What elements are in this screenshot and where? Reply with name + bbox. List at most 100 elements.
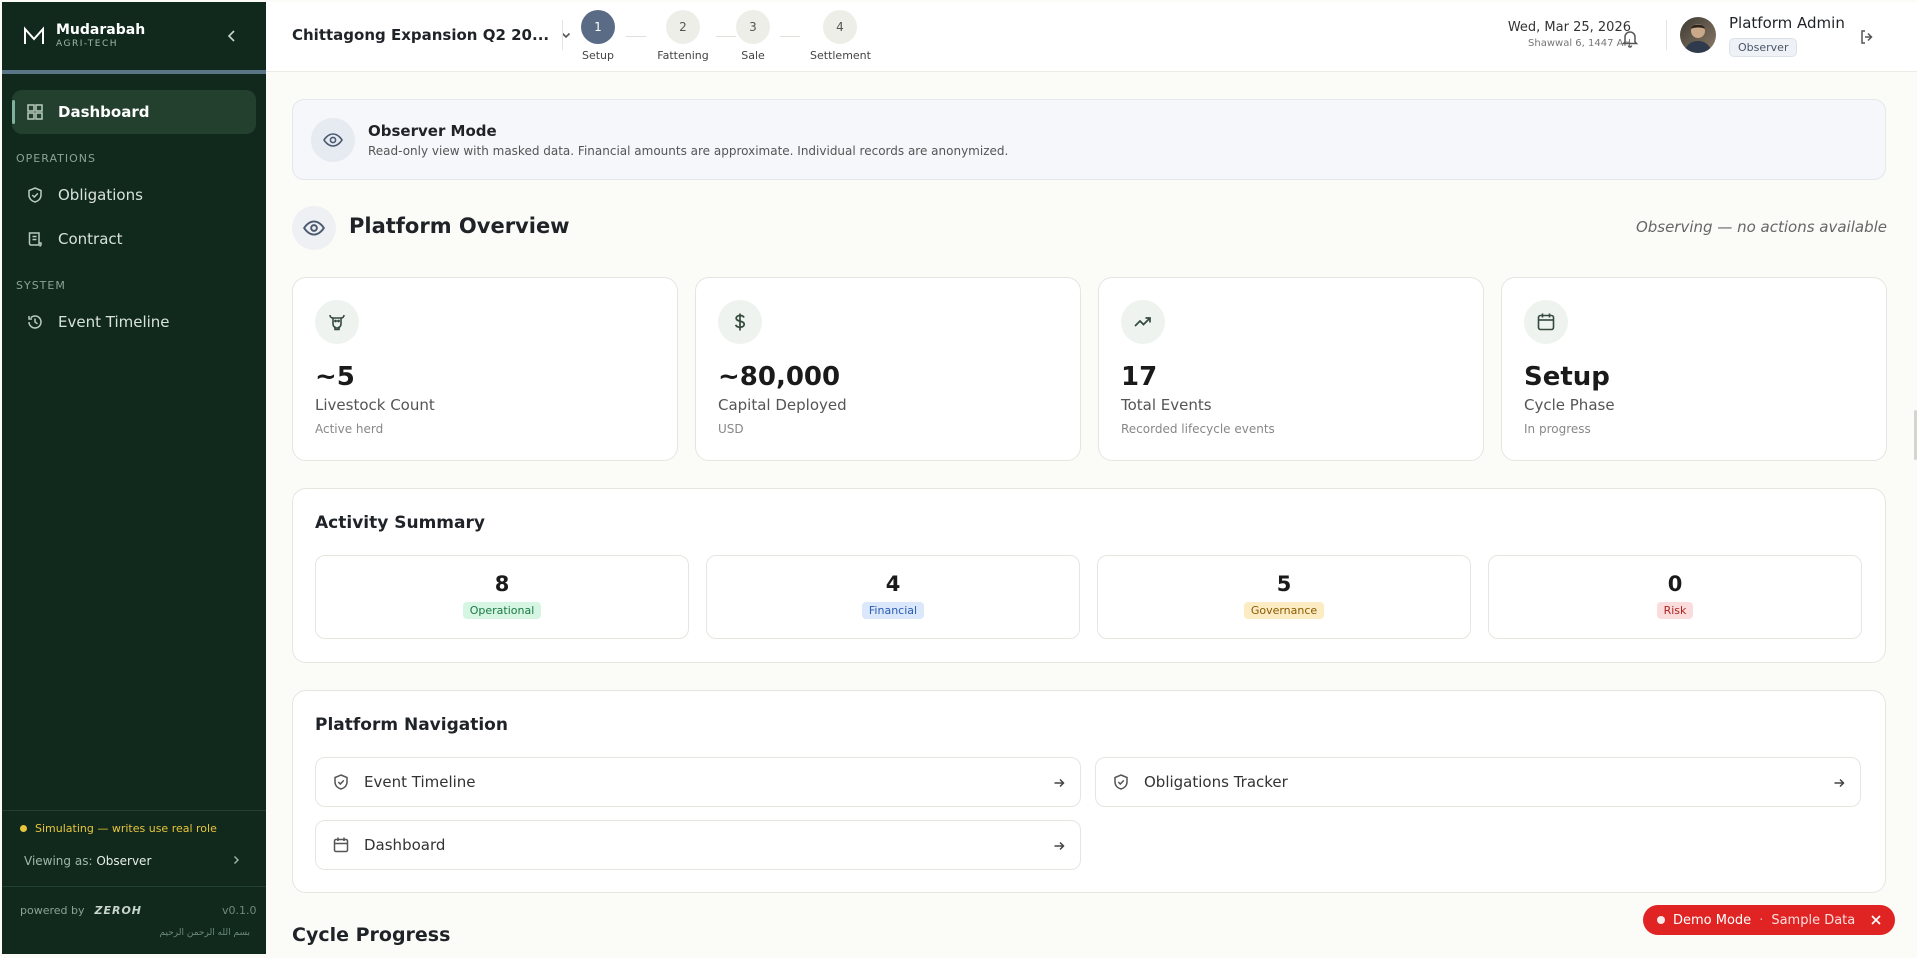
bismillah-text: بسم الله الرحمن الرحيم [159, 928, 250, 938]
nav-link-label: Obligations Tracker [1144, 773, 1288, 791]
activity-summary-panel: Activity Summary 8 Operational 4 Financi… [292, 488, 1886, 663]
chevron-right-icon[interactable] [230, 854, 242, 866]
banner-text: Read-only view with masked data. Financi… [368, 144, 1009, 158]
grid-icon [27, 104, 43, 120]
sample-data-label: Sample Data [1771, 912, 1856, 928]
history-icon [28, 315, 42, 329]
stat-label: Cycle Phase [1524, 396, 1615, 414]
bell-icon[interactable] [1620, 28, 1640, 48]
step-number: 3 [736, 10, 770, 44]
step-settlement[interactable]: 4 Settlement [810, 10, 871, 62]
sidebar-item-obligations[interactable]: Obligations [12, 173, 256, 217]
calendar-icon [333, 837, 349, 853]
stat-card-events: 17 Total Events Recorded lifecycle event… [1098, 277, 1484, 461]
topbar-divider [1666, 20, 1667, 50]
step-label: Settlement [810, 49, 871, 62]
topbar-divider [562, 20, 563, 50]
step-sale[interactable]: 3 Sale [723, 10, 783, 62]
stat-card-capital: ~80,000 Capital Deployed USD [695, 277, 1081, 461]
sidebar-item-dashboard[interactable]: Dashboard [12, 90, 256, 134]
cow-icon [315, 300, 359, 344]
stat-value: ~80,000 [718, 362, 841, 392]
person-icon [1684, 24, 1712, 53]
step-setup[interactable]: 1 Setup [568, 10, 628, 62]
activity-card-operational: 8 Operational [315, 555, 689, 639]
avatar[interactable] [1680, 17, 1716, 53]
stat-value: 17 [1121, 362, 1158, 392]
sidebar: Mudarabah AGRI-TECH Dashboard OPERATIONS… [2, 2, 266, 954]
section-system: SYSTEM [16, 279, 66, 292]
user-role-badge: Observer [1729, 38, 1798, 57]
simulating-text: Simulating — writes use real role [35, 822, 217, 835]
cycle-selector-value: Chittagong Expansion Q2 20... [292, 26, 550, 44]
dollar-icon [718, 300, 762, 344]
observer-mode-banner: Observer Mode Read-only view with masked… [292, 99, 1886, 180]
step-label: Sale [741, 49, 765, 62]
shield-check-icon [334, 774, 348, 790]
activity-card-governance: 5 Governance [1097, 555, 1471, 639]
section-operations: OPERATIONS [16, 152, 96, 165]
powered-by: powered by ZEROH [20, 904, 142, 917]
banner-title: Observer Mode [368, 122, 497, 140]
shield-check-icon [28, 187, 42, 203]
calendar-icon [1524, 300, 1568, 344]
sidebar-divider [2, 810, 266, 811]
hijri-date: Shawwal 6, 1447 AH [1528, 38, 1631, 49]
nav-link-label: Event Timeline [364, 773, 476, 791]
nav-link-obligations-tracker[interactable]: Obligations Tracker [1095, 757, 1861, 807]
nav-link-event-timeline[interactable]: Event Timeline [315, 757, 1081, 807]
brand[interactable]: Mudarabah AGRI-TECH [22, 22, 145, 50]
activity-count: 5 [1276, 572, 1292, 596]
step-number: 2 [666, 10, 700, 44]
logout-icon[interactable] [1858, 28, 1876, 46]
close-icon[interactable] [1869, 913, 1883, 927]
stat-sublabel: Recorded lifecycle events [1121, 422, 1275, 436]
activity-badge: Financial [861, 602, 925, 619]
powered-by-text: powered by [20, 904, 85, 917]
sidebar-divider [2, 886, 266, 887]
brand-subtitle: AGRI-TECH [56, 39, 119, 49]
viewing-as-switcher[interactable]: Viewing as: Observer [24, 854, 151, 868]
activity-card-financial: 4 Financial [706, 555, 1080, 639]
collapse-sidebar-icon[interactable] [224, 28, 240, 44]
panel-title: Activity Summary [315, 513, 485, 533]
user-name: Platform Admin [1729, 14, 1845, 32]
step-fattening[interactable]: 2 Fattening [653, 10, 713, 62]
stat-label: Total Events [1121, 396, 1212, 414]
activity-count: 8 [494, 572, 510, 596]
sidebar-item-label: Dashboard [58, 103, 150, 121]
cycle-progress-heading: Cycle Progress [292, 924, 451, 946]
arrow-right-icon [1054, 778, 1065, 788]
stat-label: Livestock Count [315, 396, 435, 414]
activity-count: 4 [885, 572, 901, 596]
nav-link-label: Dashboard [364, 836, 446, 854]
top-bar: Chittagong Expansion Q2 20... 1 Setup 2 … [266, 2, 1917, 72]
date-display: Wed, Mar 25, 2026 Shawwal 6, 1447 AH [1508, 20, 1631, 49]
brand-name: Mudarabah [56, 22, 146, 38]
warning-dot-icon [20, 825, 27, 832]
version-label: v0.1.0 [222, 904, 257, 917]
stat-sublabel: In progress [1524, 422, 1591, 436]
demo-separator: · [1759, 912, 1764, 928]
step-label: Fattening [657, 49, 709, 62]
stat-value: ~5 [315, 362, 355, 392]
sidebar-item-label: Contract [58, 230, 123, 248]
step-connector [626, 36, 646, 37]
cycle-selector[interactable]: Chittagong Expansion Q2 20... [292, 26, 573, 44]
sidebar-item-contract[interactable]: Contract [12, 217, 256, 261]
stat-card-livestock: ~5 Livestock Count Active herd [292, 277, 678, 461]
activity-badge: Risk [1656, 602, 1694, 619]
platform-navigation-panel: Platform Navigation Event Timeline Oblig… [292, 690, 1886, 893]
arrow-right-icon [1054, 841, 1065, 851]
sidebar-item-label: Event Timeline [58, 313, 170, 331]
nav-link-dashboard[interactable]: Dashboard [315, 820, 1081, 870]
sidebar-item-event-timeline[interactable]: Event Timeline [12, 300, 256, 344]
activity-badge: Governance [1243, 602, 1325, 619]
simulating-notice: Simulating — writes use real role [20, 822, 217, 835]
demo-mode-badge[interactable]: Demo Mode · Sample Data [1643, 905, 1895, 935]
sidebar-item-label: Obligations [58, 186, 143, 204]
stat-sublabel: USD [718, 422, 744, 436]
stat-label: Capital Deployed [718, 396, 847, 414]
trending-up-icon [1121, 300, 1165, 344]
activity-count: 0 [1667, 572, 1683, 596]
